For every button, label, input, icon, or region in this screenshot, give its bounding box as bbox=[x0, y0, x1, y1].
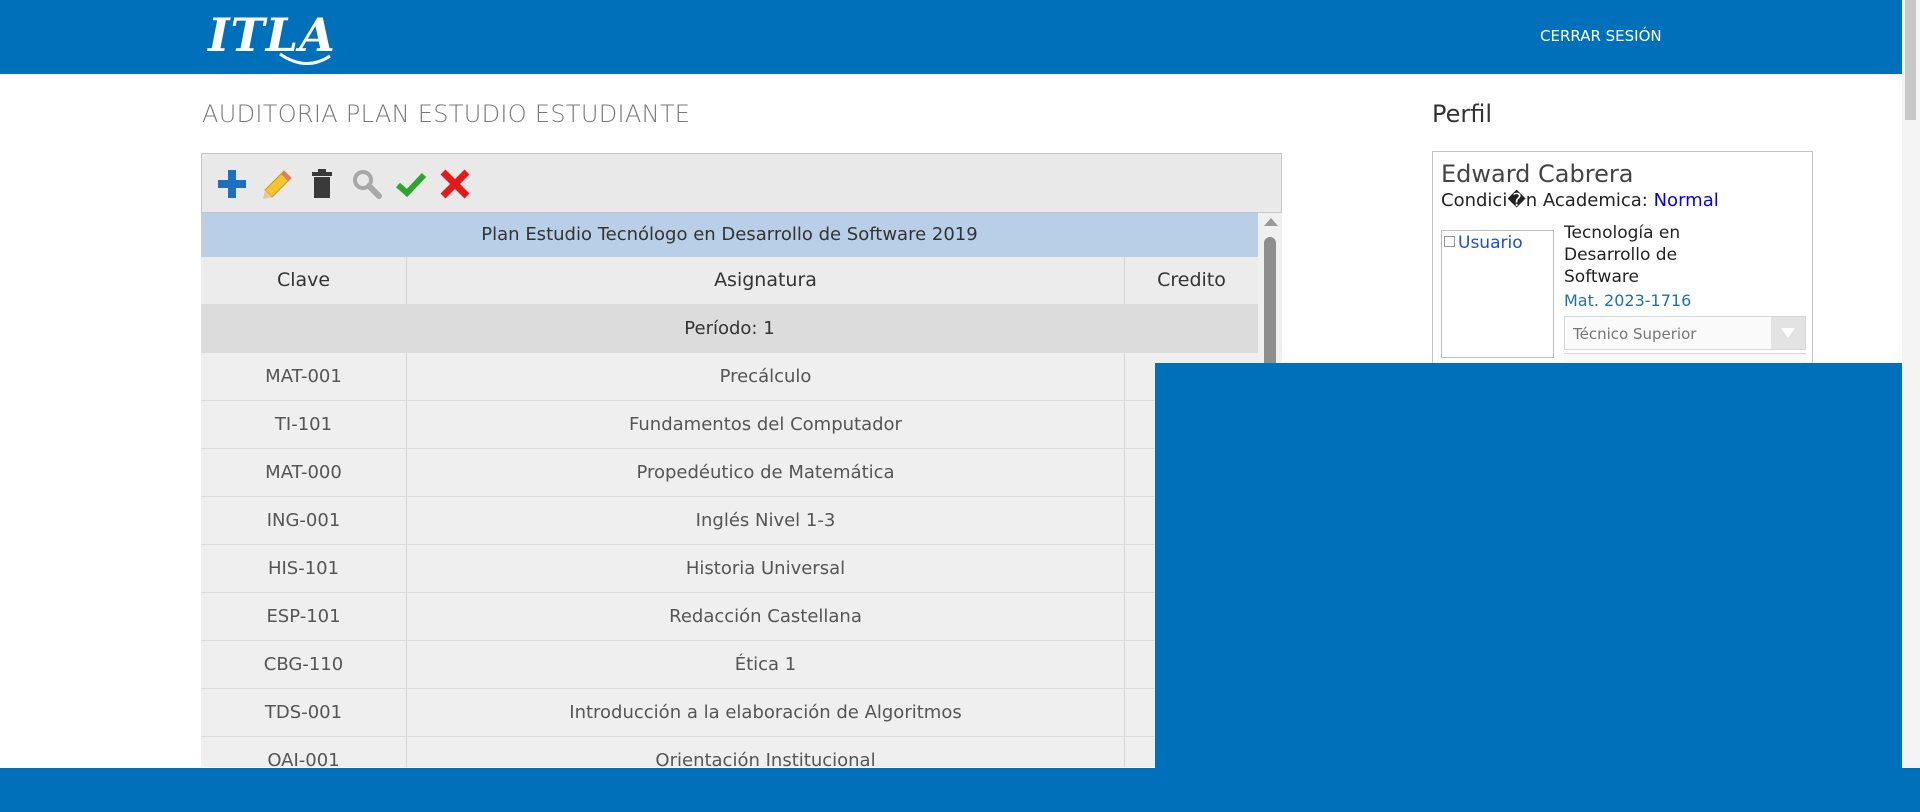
career-name: Tecnología en Desarrollo de Software bbox=[1564, 223, 1681, 287]
chevron-down-icon bbox=[1781, 328, 1795, 338]
edit-pencil-icon[interactable] bbox=[260, 167, 294, 201]
search-magnifier-icon[interactable] bbox=[349, 167, 383, 201]
cell-clave: OAI-001 bbox=[201, 737, 407, 767]
table-row[interactable]: MAT-001 Precálculo bbox=[201, 353, 1258, 401]
user-photo: Usuario bbox=[1441, 230, 1554, 358]
table-row[interactable]: HIS-101 Historia Universal bbox=[201, 545, 1258, 593]
level-select[interactable]: Técnico Superior bbox=[1564, 316, 1806, 350]
table-row[interactable]: ESP-101 Redacción Castellana bbox=[201, 593, 1258, 641]
user-photo-alt: Usuario bbox=[1458, 233, 1523, 253]
itla-logo[interactable]: ITLA bbox=[208, 6, 335, 70]
page-scrollbar[interactable] bbox=[1902, 0, 1920, 812]
cell-asignatura: Ética 1 bbox=[407, 641, 1125, 688]
study-plan-table: Plan Estudio Tecnólogo en Desarrollo de … bbox=[201, 213, 1258, 767]
profile-card: Edward Cabrera Condici�n Academica: Norm… bbox=[1432, 151, 1813, 368]
cell-clave: MAT-000 bbox=[201, 449, 407, 496]
table-row[interactable]: ING-001 Inglés Nivel 1-3 bbox=[201, 497, 1258, 545]
level-select-button[interactable] bbox=[1771, 317, 1805, 349]
cell-clave: CBG-110 bbox=[201, 641, 407, 688]
logout-link[interactable]: CERRAR SESIÓN bbox=[1540, 27, 1662, 45]
table-row[interactable]: TDS-001 Introducción a la elaboración de… bbox=[201, 689, 1258, 737]
scroll-up-arrow-icon[interactable] bbox=[1264, 218, 1278, 226]
profile-section-title: Perfil bbox=[1432, 100, 1493, 128]
cell-asignatura: Inglés Nivel 1-3 bbox=[407, 497, 1125, 544]
period-label: Período: 1 bbox=[684, 318, 775, 339]
table-header-row: Clave Asignatura Credito bbox=[201, 257, 1258, 305]
cell-asignatura: Introducción a la elaboración de Algorit… bbox=[407, 689, 1125, 736]
plan-title: Plan Estudio Tecnólogo en Desarrollo de … bbox=[481, 224, 978, 245]
cell-clave: MAT-001 bbox=[201, 353, 407, 400]
cancel-x-icon[interactable] bbox=[438, 167, 472, 201]
level-select-value: Técnico Superior bbox=[1573, 325, 1697, 343]
cell-asignatura: Orientación Institucional bbox=[407, 737, 1125, 767]
confirm-check-icon[interactable] bbox=[394, 167, 428, 201]
cell-clave: TDS-001 bbox=[201, 689, 407, 736]
cell-asignatura: Historia Universal bbox=[407, 545, 1125, 592]
column-header-credito[interactable]: Credito bbox=[1125, 257, 1258, 304]
table-row[interactable]: CBG-110 Ética 1 bbox=[201, 641, 1258, 689]
bottom-bar bbox=[0, 768, 1920, 812]
grid-toolbar bbox=[201, 153, 1282, 213]
page-title: AUDITORIA PLAN ESTUDIO ESTUDIANTE bbox=[202, 100, 691, 128]
page-scrollbar-thumb[interactable] bbox=[1905, 0, 1916, 120]
logo-swoosh bbox=[279, 52, 331, 65]
overlay-panel bbox=[1155, 363, 1902, 768]
cell-asignatura: Redacción Castellana bbox=[407, 593, 1125, 640]
plan-title-row: Plan Estudio Tecnólogo en Desarrollo de … bbox=[201, 213, 1258, 257]
academic-condition-value: Normal bbox=[1653, 190, 1719, 211]
table-row[interactable]: TI-101 Fundamentos del Computador bbox=[201, 401, 1258, 449]
top-navbar: ITLA CERRAR SESIÓN bbox=[0, 0, 1902, 74]
cell-asignatura: Propedéutico de Matemática bbox=[407, 449, 1125, 496]
table-row[interactable]: MAT-000 Propedéutico de Matemática bbox=[201, 449, 1258, 497]
add-icon[interactable] bbox=[215, 167, 249, 201]
cell-asignatura: Fundamentos del Computador bbox=[407, 401, 1125, 448]
student-name: Edward Cabrera bbox=[1441, 160, 1634, 188]
column-header-asignatura[interactable]: Asignatura bbox=[407, 257, 1125, 304]
cell-asignatura: Precálculo bbox=[407, 353, 1125, 400]
table-row[interactable]: OAI-001 Orientación Institucional bbox=[201, 737, 1258, 767]
period-group-row[interactable]: Período: 1 bbox=[201, 305, 1258, 353]
academic-condition: Condici�n Academica: Normal bbox=[1441, 190, 1719, 211]
cell-clave: ING-001 bbox=[201, 497, 407, 544]
column-header-clave[interactable]: Clave bbox=[201, 257, 407, 304]
delete-trash-icon[interactable] bbox=[305, 167, 339, 201]
cell-clave: TI-101 bbox=[201, 401, 407, 448]
matricula: Mat. 2023-1716 bbox=[1564, 291, 1692, 310]
broken-image-icon bbox=[1444, 236, 1455, 247]
cell-clave: ESP-101 bbox=[201, 593, 407, 640]
cell-clave: HIS-101 bbox=[201, 545, 407, 592]
academic-condition-label: Condici�n Academica: bbox=[1441, 190, 1648, 211]
